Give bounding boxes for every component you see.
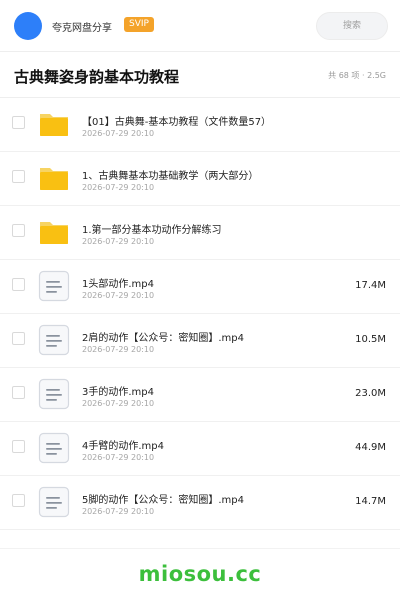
row-checkbox[interactable]: [12, 440, 25, 453]
document-icon: [38, 270, 70, 302]
row-checkbox[interactable]: [12, 494, 25, 507]
search-input[interactable]: 搜索: [316, 12, 388, 40]
svip-badge: SVIP: [124, 17, 154, 32]
row-checkbox[interactable]: [12, 332, 25, 345]
file-row[interactable]: 5脚的动作【公众号：密知圈】.mp4 2026-07-29 20:10 14.7M: [0, 476, 400, 530]
file-name[interactable]: 3手的动作.mp4: [82, 383, 154, 398]
file-name[interactable]: 5脚的动作【公众号：密知圈】.mp4: [82, 491, 244, 506]
file-size: 17.4M: [355, 280, 386, 291]
file-name[interactable]: 4手臂的动作.mp4: [82, 437, 164, 452]
title-row: 古典舞姿身韵基本功教程 共 68 项 · 2.5G: [0, 52, 400, 98]
row-checkbox[interactable]: [12, 386, 25, 399]
file-size: 14.7M: [355, 496, 386, 507]
file-size: 10.5M: [355, 334, 386, 345]
file-name[interactable]: 2肩的动作【公众号：密知圈】.mp4: [82, 329, 244, 344]
file-name[interactable]: 1头部动作.mp4: [82, 275, 154, 290]
file-row[interactable]: 1、古典舞基本功基础教学（两大部分） 2026-07-29 20:10: [0, 152, 400, 206]
file-date: 2026-07-29 20:10: [82, 129, 155, 138]
file-row[interactable]: 2肩的动作【公众号：密知圈】.mp4 2026-07-29 20:10 10.5M: [0, 314, 400, 368]
file-row[interactable]: 3手的动作.mp4 2026-07-29 20:10 23.0M: [0, 368, 400, 422]
row-checkbox[interactable]: [12, 170, 25, 183]
file-date: 2026-07-29 20:10: [82, 453, 155, 462]
document-icon: [38, 324, 70, 356]
document-icon: [38, 432, 70, 464]
file-date: 2026-07-29 20:10: [82, 345, 155, 354]
folder-icon: [38, 108, 70, 140]
item-count-size: 共 68 项 · 2.5G: [328, 71, 386, 80]
file-row[interactable]: 1头部动作.mp4 2026-07-29 20:10 17.4M: [0, 260, 400, 314]
file-name[interactable]: 【01】古典舞-基本功教程（文件数量57）: [82, 113, 271, 128]
file-size: 44.9M: [355, 442, 386, 453]
file-date: 2026-07-29 20:10: [82, 507, 155, 516]
row-checkbox[interactable]: [12, 116, 25, 129]
file-row[interactable]: 4手臂的动作.mp4 2026-07-29 20:10 44.9M: [0, 422, 400, 476]
row-checkbox[interactable]: [12, 278, 25, 291]
file-name[interactable]: 1、古典舞基本功基础教学（两大部分）: [82, 167, 258, 182]
folder-icon: [38, 162, 70, 194]
avatar[interactable]: [14, 12, 42, 40]
site-name: 夸克网盘分享: [52, 23, 112, 34]
file-date: 2026-07-29 20:10: [82, 291, 155, 300]
header-bar: 夸克网盘分享 SVIP 搜索: [0, 0, 400, 52]
document-icon: [38, 378, 70, 410]
file-row[interactable]: 1.第一部分基本功动作分解练习 2026-07-29 20:10: [0, 206, 400, 260]
page-title: 古典舞姿身韵基本功教程: [14, 68, 180, 86]
file-size: 23.0M: [355, 388, 386, 399]
watermark-text: miosou.cc: [138, 562, 262, 586]
file-date: 2026-07-29 20:10: [82, 183, 155, 192]
file-list: 【01】古典舞-基本功教程（文件数量57） 2026-07-29 20:10 1、古…: [0, 98, 400, 530]
file-name[interactable]: 1.第一部分基本功动作分解练习: [82, 221, 222, 236]
file-date: 2026-07-29 20:10: [82, 399, 155, 408]
row-checkbox[interactable]: [12, 224, 25, 237]
document-icon: [38, 486, 70, 518]
folder-icon: [38, 216, 70, 248]
share-page: 夸克网盘分享 SVIP 搜索 古典舞姿身韵基本功教程 共 68 项 · 2.5G…: [0, 0, 400, 600]
file-date: 2026-07-29 20:10: [82, 237, 155, 246]
footer: miosou.cc: [0, 548, 400, 600]
file-row[interactable]: 【01】古典舞-基本功教程（文件数量57） 2026-07-29 20:10: [0, 98, 400, 152]
